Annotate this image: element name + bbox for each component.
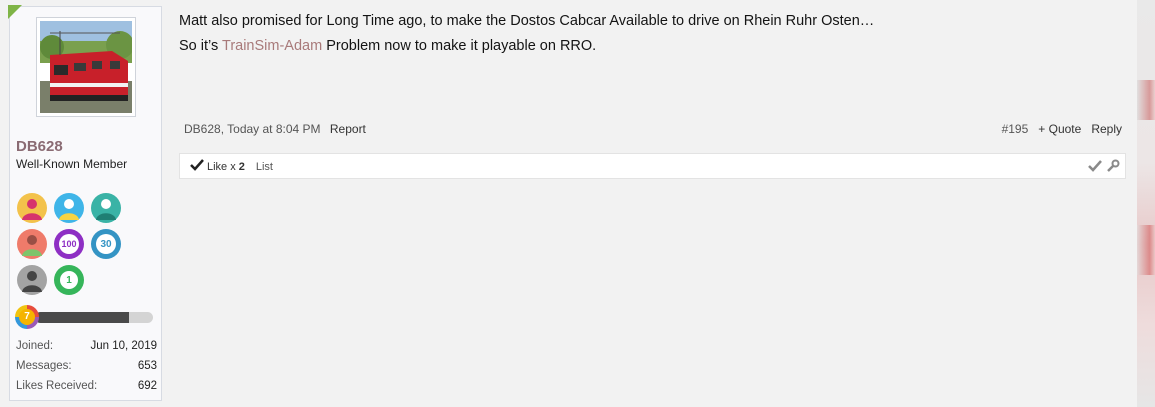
wrench-icon[interactable] [1106,159,1120,178]
1-badge-icon[interactable]: 1 [54,265,84,295]
person-blue-icon[interactable] [54,193,84,223]
likes-list-link[interactable]: List [256,161,273,173]
user-stats: Joined: Jun 10, 2019 Messages: 653 Likes… [16,340,157,400]
username[interactable]: DB628 [16,138,63,155]
stat-joined: Joined: Jun 10, 2019 [16,340,157,360]
reply-button[interactable]: Reply [1091,122,1122,136]
author-time-link[interactable]: DB628, Today at 8:04 PM [184,122,321,136]
avatar[interactable] [36,17,136,117]
message-line: Matt also promised for Long Time ago, to… [179,13,875,29]
progress-fill [35,312,130,323]
person-gray-icon[interactable] [17,265,47,295]
person-teal-icon[interactable] [91,193,121,223]
background-decoration [1137,225,1155,275]
like-summary: Like x 2 List [190,159,273,174]
post-number-link[interactable]: #195 [1002,122,1029,136]
badge-text: 30 [96,234,116,254]
likes-summary: Like x 2 List [179,153,1126,179]
checkmark-icon[interactable] [1088,159,1102,178]
stat-value: 692 [137,380,157,392]
stat-messages: Messages: 653 [16,360,157,380]
text-suffix: Problem now to make it playable on RRO. [322,38,597,54]
message-body: Matt also promised for Long Time ago, to… [179,9,1119,59]
post-actions: #195 + Quote Reply [1002,122,1122,136]
user-title: Well-Known Member [16,157,128,171]
stat-label: Joined: [16,340,54,352]
background-edge [1137,0,1155,407]
level-progress: 7 [15,305,153,329]
like-count: 2 [238,160,245,173]
stat-value: Jun 10, 2019 [90,340,157,352]
stat-label: Likes Received: [16,380,98,392]
stat-label: Messages: [16,360,72,372]
badge-text: 1 [60,271,78,289]
stat-likes: Likes Received: 692 [16,380,157,400]
message-user-info: DB628 Well-Known Member 100 30 1 7 Joine… [8,5,162,401]
user-mention-link[interactable]: TrainSim-Adam [222,38,322,54]
person-red-icon[interactable] [17,193,47,223]
person-coral-icon[interactable] [17,229,47,259]
message-line: So it’s TrainSim-Adam Problem now to mak… [179,34,1119,59]
stat-value[interactable]: 653 [138,360,157,372]
rating-tools [1088,159,1120,178]
level-number: 7 [19,309,35,325]
background-decoration [1137,80,1155,120]
quote-button[interactable]: + Quote [1038,122,1081,136]
text-prefix: So it’s [179,38,222,54]
30-badge-icon[interactable]: 30 [91,229,121,259]
online-indicator [8,5,22,19]
progress-track [35,312,153,323]
100-badge-icon[interactable]: 100 [54,229,84,259]
level-badge[interactable]: 7 [15,305,39,329]
avatar-image[interactable] [40,21,132,113]
like-label: Like x [207,160,236,173]
message-meta: DB628, Today at 8:04 PM Report [184,122,366,136]
report-link[interactable]: Report [330,122,366,136]
checkmark-icon [190,159,204,174]
badge-text: 100 [59,234,79,254]
